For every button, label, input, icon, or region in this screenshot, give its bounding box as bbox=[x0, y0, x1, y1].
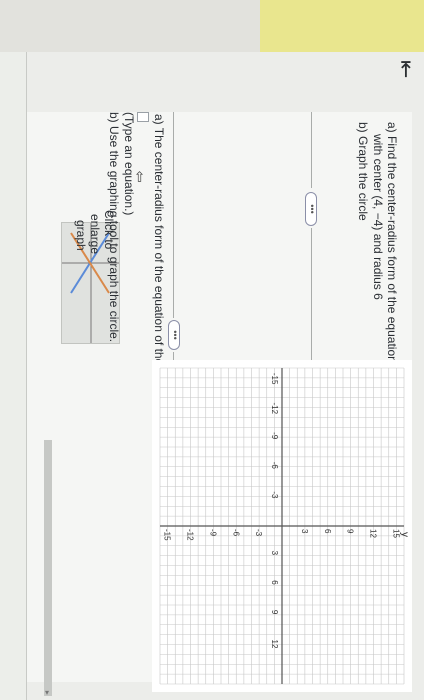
collapse-arrow-icon[interactable]: ⇤ bbox=[393, 60, 419, 78]
x-tick-label: -12 bbox=[270, 403, 279, 415]
coordinate-grid[interactable]: -15-12-9-6-336912 1512963-3-6-9-12-15 y bbox=[152, 360, 412, 692]
question-panel-rotated: ⇤ ◂ a) Find the center-radius form of th… bbox=[12, 52, 419, 692]
x-tick-label: -6 bbox=[270, 462, 279, 470]
vertical-scrollbar[interactable] bbox=[44, 440, 52, 696]
thumbnail-label-2[interactable]: enlarge bbox=[88, 214, 102, 254]
y-tick-label: 12 bbox=[369, 529, 378, 538]
y-tick-label: 9 bbox=[346, 529, 355, 534]
y-tick-label: -12 bbox=[186, 529, 195, 541]
y-tick-label: 6 bbox=[323, 529, 332, 534]
pointer-cursor-icon: ⇩ bbox=[133, 168, 146, 185]
screen: ⇤ ◂ a) Find the center-radius form of th… bbox=[0, 0, 424, 700]
question-part-b: b) Graph the circle bbox=[356, 122, 370, 221]
y-tick-label: -3 bbox=[254, 529, 263, 537]
separator-lower-left bbox=[173, 112, 174, 318]
y-tick-label: -9 bbox=[208, 529, 217, 537]
y-tick-label: -6 bbox=[231, 529, 240, 537]
x-tick-label: 3 bbox=[270, 551, 279, 556]
thumbnail-label-3[interactable]: graph bbox=[74, 220, 88, 251]
y-tick-label: 3 bbox=[300, 529, 309, 534]
more-button-2[interactable]: ••• bbox=[168, 320, 180, 350]
question-part-a-cont: with center (4, −4) and radius 6 bbox=[371, 134, 385, 300]
answer-b-prompt: b) Use the graphing tool to graph the ci… bbox=[107, 112, 121, 343]
equation-answer-input[interactable] bbox=[137, 112, 149, 122]
answer-hint: (Type an equation.) bbox=[122, 112, 136, 216]
x-tick-label: -15 bbox=[270, 373, 279, 385]
more-button[interactable]: ••• bbox=[305, 192, 317, 226]
x-tick-label: 6 bbox=[270, 580, 279, 585]
y-axis-label: y bbox=[399, 532, 410, 537]
x-tick-label: -3 bbox=[270, 491, 279, 499]
separator-left bbox=[311, 112, 312, 188]
y-tick-label: -15 bbox=[163, 529, 172, 541]
x-tick-label: 9 bbox=[270, 610, 279, 615]
highlight-strip bbox=[260, 0, 424, 52]
x-tick-label: -9 bbox=[270, 432, 279, 440]
triangle-down-icon[interactable]: ▾ bbox=[45, 688, 49, 697]
graphing-area[interactable]: -15 -12 -9 -6 -3 3 6 9 12 15 12 9 6 3 -3 -6 -9 -12 -15 y bbox=[152, 360, 412, 692]
x-tick-label: 12 bbox=[270, 640, 279, 649]
axes bbox=[160, 368, 404, 684]
